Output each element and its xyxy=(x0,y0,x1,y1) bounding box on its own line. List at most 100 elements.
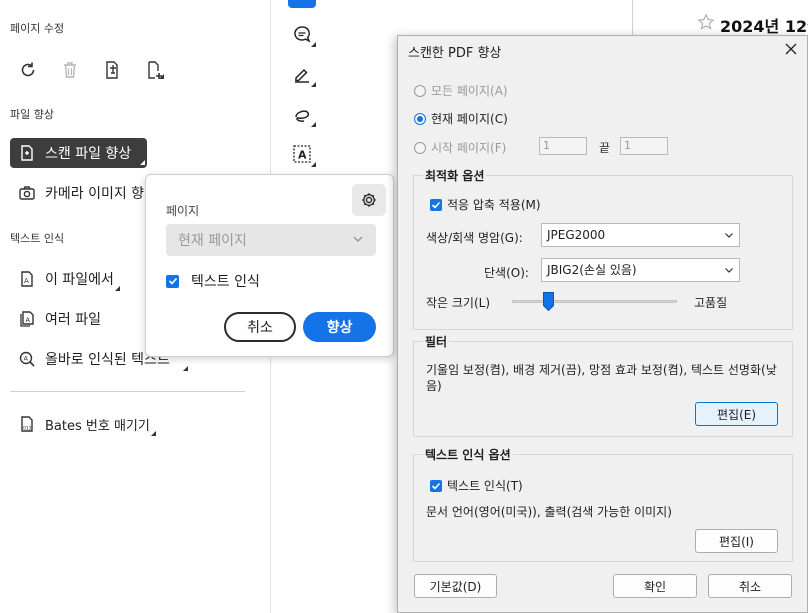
color-compression-value: JPEG2000 xyxy=(547,228,606,242)
checkbox-checked-icon xyxy=(430,479,442,492)
svg-text:A: A xyxy=(24,277,29,285)
current-page-label: 현재 페이지(C) xyxy=(431,112,508,126)
submenu-indicator xyxy=(311,82,316,87)
submenu-indicator xyxy=(311,42,316,47)
scan-enhance-popover: 페이지 현재 페이지 텍스트 인식 취소 향상 xyxy=(145,174,394,357)
draw-tool[interactable] xyxy=(288,100,316,128)
extract-page-icon xyxy=(106,61,118,79)
svg-text:012: 012 xyxy=(23,426,32,432)
scan-file-icon xyxy=(18,144,36,162)
rotate-button[interactable] xyxy=(16,58,40,82)
file-text-recog-icon: A xyxy=(18,270,36,288)
this-file-item[interactable]: A 이 파일에서 xyxy=(10,264,122,294)
quality-slider-thumb[interactable] xyxy=(542,292,554,311)
optimize-group-title: 최적화 옵션 xyxy=(423,167,487,184)
color-compression-select[interactable]: JPEG2000 xyxy=(541,223,740,247)
popover-enhance-button[interactable]: 향상 xyxy=(303,312,376,342)
rotate-icon xyxy=(21,62,35,77)
settings-button[interactable] xyxy=(352,184,386,216)
multi-file-label: 여러 파일 xyxy=(45,312,101,328)
delete-page-button[interactable] xyxy=(58,58,82,82)
cancel-button[interactable]: 취소 xyxy=(708,574,792,598)
extract-page-button[interactable] xyxy=(100,58,124,82)
text-recog-edit-button[interactable]: 편집(I) xyxy=(695,529,778,553)
checkbox-checked-icon xyxy=(430,198,442,211)
page-edit-toolbar xyxy=(16,58,166,82)
comment-tool[interactable] xyxy=(288,20,316,48)
annotation-toolbar: A xyxy=(282,0,322,180)
radio-unchecked-icon xyxy=(414,141,426,154)
end-label: 끝 xyxy=(599,141,611,155)
bates-icon: 012 xyxy=(18,415,36,433)
chevron-down-icon xyxy=(725,233,733,238)
text-box-icon: A xyxy=(293,145,311,163)
radio-checked-icon xyxy=(414,112,426,125)
radio-unchecked-icon xyxy=(414,84,426,97)
adaptive-compression-checkbox[interactable]: 적응 압축 적용(M) xyxy=(430,196,541,213)
filter-edit-button[interactable]: 편집(E) xyxy=(695,402,778,426)
small-size-label: 작은 크기(L) xyxy=(426,296,491,310)
multi-file-item[interactable]: A 여러 파일 xyxy=(10,304,109,334)
section-divider xyxy=(10,391,245,392)
document-edge xyxy=(632,0,633,40)
submenu-indicator xyxy=(183,366,188,371)
highlight-tool[interactable] xyxy=(288,60,316,88)
search-text-icon: A xyxy=(18,350,36,368)
text-recog-group-title: 텍스트 인식 옵션 xyxy=(423,446,513,463)
section-title-text-recog: 텍스트 인식 xyxy=(10,232,65,245)
submenu-indicator xyxy=(311,162,316,167)
text-select-tool[interactable]: A xyxy=(288,140,316,168)
freehand-icon xyxy=(295,110,310,122)
submenu-indicator xyxy=(114,286,120,291)
camera-enhance-item[interactable]: 카메라 이미지 향 xyxy=(10,178,152,208)
high-quality-label: 고품질 xyxy=(694,296,728,310)
close-icon[interactable] xyxy=(783,41,799,57)
text-recog-option-label: 텍스트 인식(T) xyxy=(447,479,523,493)
multi-file-icon: A xyxy=(18,310,36,328)
document-date-text: 2024년 12월 xyxy=(720,17,808,36)
text-recog-checkbox[interactable]: 텍스트 인식 xyxy=(166,271,260,291)
optimize-options-group: 최적화 옵션 적응 압축 적용(M) 색상/회색 명암(G): JPEG2000… xyxy=(413,167,793,330)
selected-tool-indicator[interactable] xyxy=(288,0,316,8)
current-page-radio[interactable]: 현재 페이지(C) xyxy=(414,110,508,127)
scan-enhance-label: 스캔 파일 향상 xyxy=(45,146,132,162)
quality-slider-track[interactable] xyxy=(512,300,677,303)
comment-icon xyxy=(294,26,311,43)
section-title-file-enhance: 파일 향상 xyxy=(10,108,54,121)
all-pages-label: 모든 페이지(A) xyxy=(431,84,508,98)
star-icon xyxy=(697,13,715,30)
page-select[interactable]: 현재 페이지 xyxy=(166,224,376,256)
section-title-page-edit: 페이지 수정 xyxy=(10,22,65,35)
camera-icon xyxy=(18,184,36,202)
ok-button[interactable]: 확인 xyxy=(613,574,697,598)
start-page-label: 시작 페이지(F) xyxy=(431,141,507,155)
default-button[interactable]: 기본값(D) xyxy=(414,574,497,598)
start-page-field[interactable]: 1 xyxy=(539,137,587,155)
this-file-label: 이 파일에서 xyxy=(45,272,114,288)
filter-group: 필터 기울임 보정(켬), 배경 제거(끔), 망점 효과 보정(켬), 텍스트… xyxy=(413,333,793,437)
text-recog-options-group: 텍스트 인식 옵션 텍스트 인식(T) 문서 언어(영어(미국)), 출력(검색… xyxy=(413,446,793,562)
camera-enhance-label: 카메라 이미지 향 xyxy=(45,186,145,202)
chevron-down-icon xyxy=(353,236,363,243)
popover-cancel-button[interactable]: 취소 xyxy=(224,312,296,342)
submenu-indicator xyxy=(311,122,316,127)
text-recog-description: 문서 언어(영어(미국)), 출력(검색 가능한 이미지) xyxy=(426,505,672,519)
mono-compression-value: JBIG2(손실 있음) xyxy=(547,263,637,277)
submenu-indicator xyxy=(159,74,164,79)
filter-group-title: 필터 xyxy=(423,333,450,350)
scan-enhance-item[interactable]: 스캔 파일 향상 xyxy=(10,138,147,168)
pen-icon xyxy=(295,68,309,83)
text-recog-option-checkbox[interactable]: 텍스트 인식(T) xyxy=(430,477,523,494)
bates-numbering-item[interactable]: 012 Bates 번호 매기기 xyxy=(10,409,158,439)
filter-description: 기울임 보정(켬), 배경 제거(끔), 망점 효과 보정(켬), 텍스트 선명… xyxy=(426,363,777,393)
end-page-field[interactable]: 1 xyxy=(620,137,668,155)
chevron-down-icon xyxy=(725,268,733,273)
svg-text:A: A xyxy=(26,316,31,324)
page-select-value: 현재 페이지 xyxy=(178,233,247,249)
dialog-title: 스캔한 PDF 향상 xyxy=(408,46,502,61)
insert-page-button[interactable] xyxy=(142,58,166,82)
all-pages-radio[interactable]: 모든 페이지(A) xyxy=(414,82,508,99)
mono-compression-select[interactable]: JBIG2(손실 있음) xyxy=(541,258,740,282)
start-page-radio[interactable]: 시작 페이지(F) xyxy=(414,139,506,156)
trash-icon xyxy=(64,62,76,78)
